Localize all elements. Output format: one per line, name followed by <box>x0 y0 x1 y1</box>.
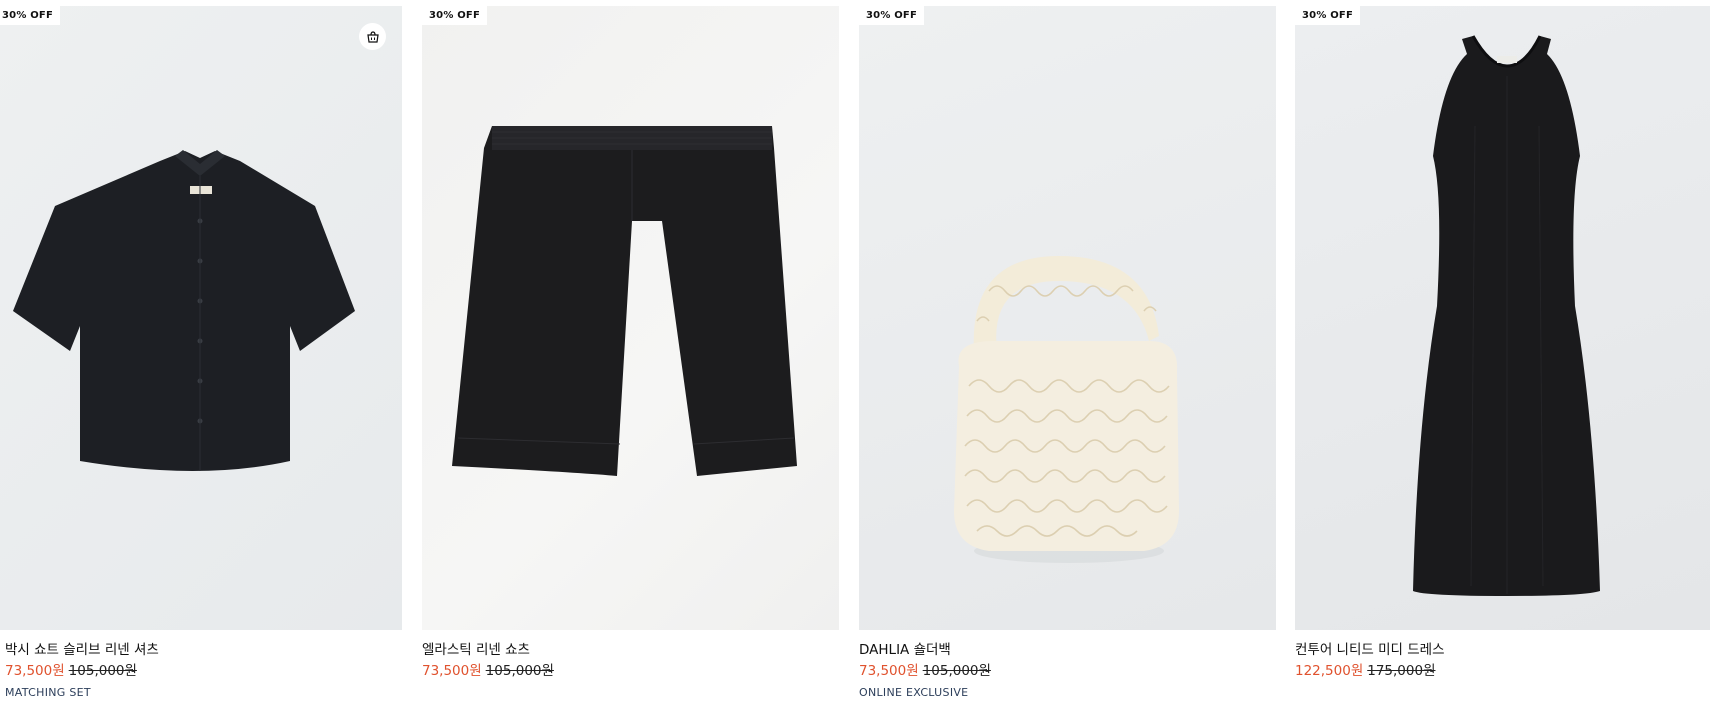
original-price: 105,000원 <box>922 663 991 679</box>
shorts-image <box>452 126 797 476</box>
product-name[interactable]: 엘라스틱 리넨 쇼츠 <box>422 640 839 660</box>
original-price: 105,000원 <box>68 663 137 679</box>
product-info: 박시 쇼트 슬리브 리넨 셔츠 73,500원 105,000원 MATCHING… <box>0 630 402 703</box>
product-card[interactable]: 30% OFF 엘라스틱 리넨 쇼츠 73,500원 105,000원 <box>422 6 839 706</box>
product-name[interactable]: 컨투어 니티드 미디 드레스 <box>1295 640 1710 660</box>
original-price: 175,000원 <box>1367 663 1436 679</box>
sale-price: 73,500원 <box>422 663 482 679</box>
discount-badge: 30% OFF <box>422 6 487 25</box>
sale-price: 73,500원 <box>5 663 65 679</box>
sale-price: 73,500원 <box>859 663 919 679</box>
original-price: 105,000원 <box>485 663 554 679</box>
product-image[interactable]: 30% OFF <box>0 6 402 630</box>
discount-badge: 30% OFF <box>859 6 924 25</box>
quick-add-button[interactable] <box>359 23 386 50</box>
sale-price: 122,500원 <box>1295 663 1364 679</box>
product-tag: MATCHING SET <box>5 686 91 699</box>
price-row: 122,500원 175,000원 <box>1295 660 1710 682</box>
discount-badge: 30% OFF <box>0 6 60 25</box>
product-info: 엘라스틱 리넨 쇼츠 73,500원 105,000원 <box>422 630 839 682</box>
product-tag: ONLINE EXCLUSIVE <box>859 686 969 699</box>
product-info: 컨투어 니티드 미디 드레스 122,500원 175,000원 <box>1295 630 1710 682</box>
price-row: 73,500원 105,000원 <box>422 660 839 682</box>
product-image[interactable]: 30% OFF <box>1295 6 1710 630</box>
product-name[interactable]: DAHLIA 숄더백 <box>859 640 1276 660</box>
discount-badge: 30% OFF <box>1295 6 1360 25</box>
product-grid: 30% OFF 박시 쇼트 슬리브 리넨 셔츠 73,500원 105,000원 … <box>0 0 1710 706</box>
bag-image <box>954 256 1179 563</box>
product-image[interactable]: 30% OFF <box>422 6 839 630</box>
price-row: 73,500원 105,000원 <box>5 660 402 682</box>
product-card[interactable]: 30% OFF 컨투어 니티드 미디 드레스 122,500원 175,000원 <box>1295 6 1710 706</box>
product-name[interactable]: 박시 쇼트 슬리브 리넨 셔츠 <box>5 640 402 660</box>
dress-image <box>1413 35 1600 596</box>
product-image[interactable]: 30% OFF <box>859 6 1276 630</box>
product-card[interactable]: 30% OFF DAHLIA 숄더백 73,500원 105,000원 ONLIN… <box>859 6 1276 706</box>
shirt-image <box>13 150 355 471</box>
product-card[interactable]: 30% OFF 박시 쇼트 슬리브 리넨 셔츠 73,500원 105,000원 … <box>0 6 402 706</box>
shopping-bag-icon <box>366 30 379 43</box>
price-row: 73,500원 105,000원 <box>859 660 1276 682</box>
product-info: DAHLIA 숄더백 73,500원 105,000원 ONLINE EXCLUS… <box>859 630 1276 703</box>
